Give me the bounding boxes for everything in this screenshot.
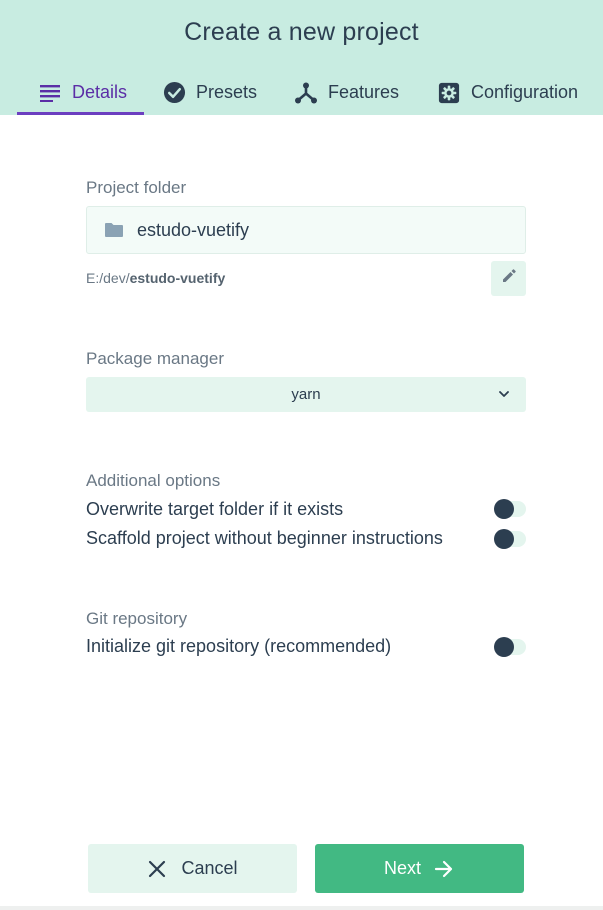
additional-options-label: Additional options	[86, 471, 221, 490]
cancel-button[interactable]: Cancel	[88, 844, 297, 893]
cancel-label: Cancel	[181, 858, 238, 878]
scaffold-toggle[interactable]	[494, 529, 526, 549]
overwrite-option-label: Overwrite target folder if it exists	[86, 499, 344, 519]
edit-path-button[interactable]	[491, 261, 526, 296]
next-label: Next	[383, 858, 421, 878]
tab-configuration[interactable]: Configuration	[437, 70, 578, 115]
details-list-icon	[38, 81, 62, 105]
tab-presets[interactable]: Presets	[162, 70, 257, 115]
path-name: estudo-vuetify	[129, 270, 226, 286]
close-icon	[147, 858, 169, 880]
package-manager-label: Package manager	[86, 349, 224, 368]
arrow-right-icon	[433, 858, 455, 880]
tab-label: Features	[328, 82, 400, 102]
path-prefix: E:/dev/	[86, 270, 130, 286]
git-repository-label: Git repository	[86, 609, 188, 628]
gear-icon	[437, 81, 461, 105]
page-title: Create a new project	[184, 18, 419, 46]
header: Create a new project Details Presets Fea…	[0, 0, 603, 115]
toggle-knob	[494, 529, 514, 549]
pencil-icon	[502, 269, 516, 288]
tab-details[interactable]: Details	[38, 70, 127, 115]
tab-features[interactable]: Features	[294, 70, 399, 115]
bottom-divider	[0, 906, 603, 910]
project-path: E:/dev/estudo-vuetify	[86, 270, 225, 286]
package-manager-value: yarn	[291, 386, 321, 403]
tab-bar: Details Presets Features Configuration	[0, 70, 603, 115]
project-folder-label: Project folder	[86, 178, 187, 197]
chevron-down-icon	[496, 386, 512, 402]
git-init-option-label: Initialize git repository (recommended)	[86, 636, 392, 656]
tab-label: Presets	[196, 82, 258, 102]
tab-label: Configuration	[471, 82, 579, 102]
folder-icon	[104, 220, 124, 240]
toggle-knob	[494, 637, 514, 657]
check-circle-icon	[162, 81, 186, 105]
scaffold-option-label: Scaffold project without beginner instru…	[86, 528, 443, 548]
project-folder-value: estudo-vuetify	[137, 219, 250, 240]
next-button[interactable]: Next	[315, 844, 524, 893]
active-tab-indicator	[17, 112, 144, 115]
tab-label: Details	[72, 82, 128, 102]
toggle-knob	[494, 499, 514, 519]
project-folder-field[interactable]: estudo-vuetify	[86, 206, 526, 254]
package-manager-select[interactable]: yarn	[86, 377, 526, 412]
git-init-toggle[interactable]	[494, 637, 526, 657]
fork-icon	[294, 81, 318, 105]
overwrite-toggle[interactable]	[494, 499, 526, 519]
